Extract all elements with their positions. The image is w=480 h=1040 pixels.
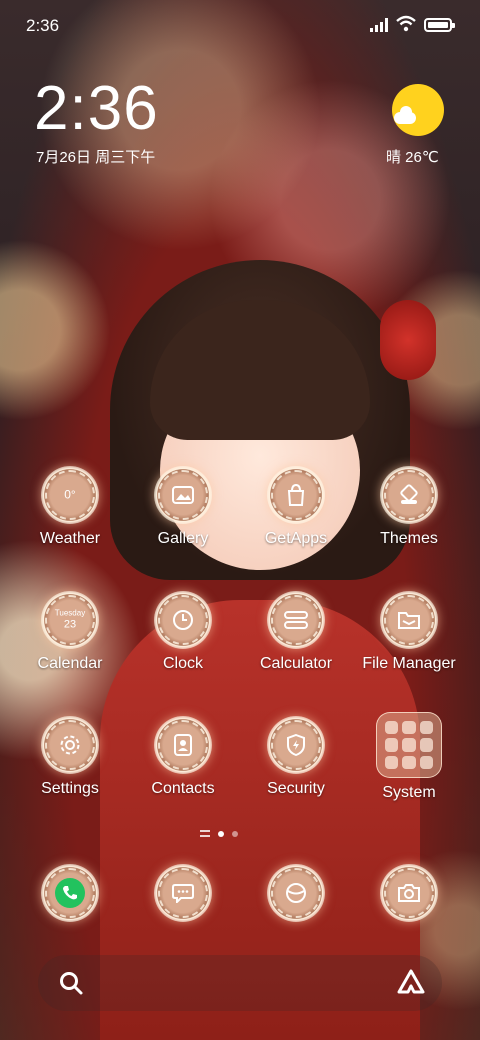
calendar-weekday: Tuesday <box>54 608 86 618</box>
sun-cloud-icon: 0° <box>41 466 99 524</box>
search-bar[interactable] <box>38 955 442 1011</box>
folder-icon <box>380 591 438 649</box>
app-label: GetApps <box>264 530 328 547</box>
contact-card-icon <box>154 716 212 774</box>
app-label: Security <box>267 780 325 797</box>
weather-temp-glyph: 0° <box>64 487 76 502</box>
message-bubble-icon <box>154 864 212 922</box>
app-getapps[interactable]: GetApps <box>241 466 351 548</box>
app-calendar[interactable]: Tuesday 23 Calendar <box>15 591 125 673</box>
weather-widget-text: 晴 26℃ <box>386 149 439 166</box>
app-label: System <box>382 784 436 801</box>
app-security[interactable]: Security <box>241 716 351 798</box>
image-icon <box>154 466 212 524</box>
app-gallery[interactable]: Gallery <box>128 466 238 548</box>
search-icon[interactable] <box>58 970 84 996</box>
weather-cloud-icon <box>394 106 416 124</box>
phone-icon <box>41 864 99 922</box>
app-contacts[interactable]: Contacts <box>128 716 238 798</box>
wifi-icon <box>396 15 416 32</box>
calendar-icon: Tuesday 23 <box>41 591 99 649</box>
status-bar: 2:36 <box>0 0 480 50</box>
clock-widget-time[interactable]: 2:36 <box>34 78 159 140</box>
app-clock[interactable]: Clock <box>128 591 238 673</box>
status-time: 2:36 <box>26 16 60 35</box>
feed-page-indicator <box>200 830 210 837</box>
clock-icon <box>154 591 212 649</box>
wallpaper-hair-flower <box>380 300 436 380</box>
globe-icon <box>267 864 325 922</box>
page-indicator[interactable] <box>200 830 238 837</box>
app-themes[interactable]: Themes <box>354 466 464 548</box>
page-dot-active <box>218 830 224 837</box>
camera-icon <box>380 864 438 922</box>
app-label: Gallery <box>157 530 209 547</box>
app-label: File Manager <box>362 655 456 672</box>
dock-app-camera[interactable] <box>354 864 464 922</box>
calculator-icon <box>267 591 325 649</box>
app-calculator[interactable]: Calculator <box>241 591 351 673</box>
app-file-manager[interactable]: File Manager <box>354 591 464 673</box>
alpha-triangle-icon[interactable] <box>396 968 426 996</box>
app-label: Settings <box>41 780 99 797</box>
app-label: Calendar <box>37 655 103 672</box>
signal-icon <box>370 18 388 32</box>
brush-icon <box>380 466 438 524</box>
dock-app-phone[interactable] <box>15 864 125 922</box>
app-folder-icon <box>376 712 442 778</box>
app-label: Clock <box>162 655 203 672</box>
dock-app-messages[interactable] <box>128 864 238 922</box>
app-label: Weather <box>39 530 101 547</box>
app-system-folder[interactable]: System <box>354 712 464 802</box>
app-label: Themes <box>380 530 438 547</box>
battery-icon <box>424 18 455 32</box>
shield-bolt-icon <box>267 716 325 774</box>
gear-icon <box>41 716 99 774</box>
app-label: Calculator <box>259 655 333 672</box>
shopping-bag-icon <box>267 466 325 524</box>
dock-app-browser[interactable] <box>241 864 351 922</box>
page-dot <box>232 830 238 837</box>
app-weather[interactable]: 0° Weather <box>15 466 125 548</box>
clock-widget-date: 7月26日 周三下午 <box>36 149 156 166</box>
calendar-day: 23 <box>63 618 77 631</box>
app-label: Contacts <box>151 780 215 797</box>
app-settings[interactable]: Settings <box>15 716 125 798</box>
